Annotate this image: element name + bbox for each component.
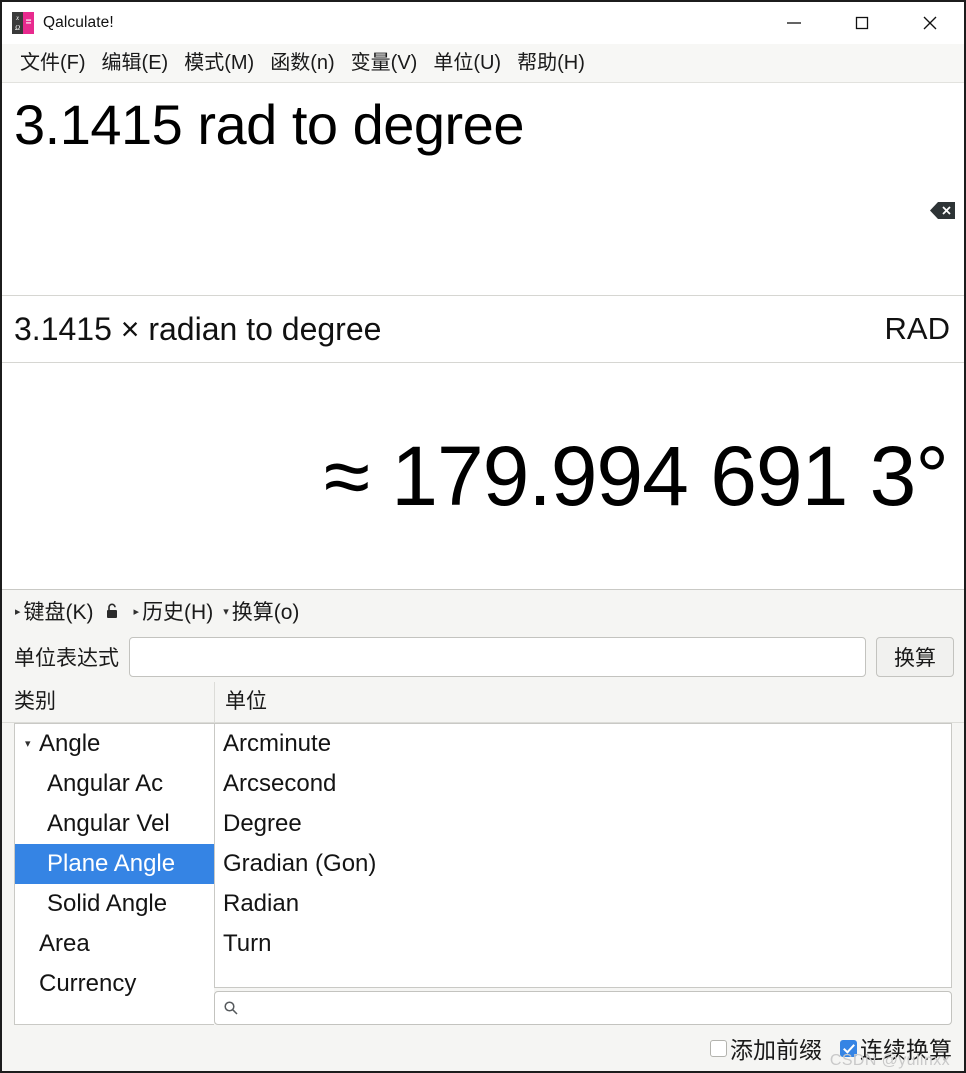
checkbox-continuous-conversion[interactable]: 连续换算 [840,1031,952,1065]
title-bar: x Ω = Qalculate! [2,2,964,44]
close-button[interactable] [896,2,964,44]
category-row-angular-velocity[interactable]: Angular Vel [15,804,214,844]
expression-input[interactable]: 3.1415 rad to degree [14,87,524,163]
lists-header: 类别 单位 [2,682,964,723]
menu-item-functions[interactable]: 函数(n) [262,44,342,82]
unit-row-radian[interactable]: Radian [215,884,951,924]
unit-row-arcsecond[interactable]: Arcsecond [215,764,951,804]
menu-item-variables[interactable]: 变量(V) [343,44,426,82]
unit-expression-input[interactable] [129,637,866,677]
unit-search-field[interactable] [214,991,952,1025]
unit-column-header[interactable]: 单位 [214,682,964,722]
search-icon [224,1001,238,1015]
icon-glyph-equals: = [23,12,34,34]
maximize-icon [855,16,869,30]
expression-input-area[interactable]: 3.1415 rad to degree [2,83,964,296]
menu-item-edit[interactable]: 编辑(E) [94,44,177,82]
unit-row-turn[interactable]: Turn [215,924,951,964]
category-label: Angular Vel [47,810,170,837]
window-title: Qalculate! [43,14,114,31]
expander-bar: ▸ 键盘(K) ▸ 历史(H) ▾ 换算(o) [2,590,964,632]
category-label: Angular Ac [47,770,164,797]
bottom-panel: ▸ 键盘(K) ▸ 历史(H) ▾ 换算(o) 单位表达式 换算 类别 单位 ▾… [2,590,964,1071]
icon-glyph-x: x [15,14,20,22]
parsed-expression: 3.1415 × radian to degree [14,310,382,347]
minimize-icon [787,22,801,24]
window-controls [760,2,964,44]
chevron-down-icon[interactable]: ▾ [25,737,39,750]
minimize-button[interactable] [760,2,828,44]
parsed-expression-row: 3.1415 × radian to degree RAD [2,296,964,363]
icon-glyph-omega: Ω [14,24,21,32]
unit-row-degree[interactable]: Degree [215,804,951,844]
checkbox-label: 添加前缀 [730,1037,822,1063]
category-row-solid-angle[interactable]: Solid Angle [15,884,214,924]
checkbox-box-checked[interactable] [840,1039,857,1057]
backspace-clear-icon[interactable] [930,201,956,220]
category-tree[interactable]: ▾ Angle Angular Ac Angular Vel Plane Ang… [14,723,214,1025]
menu-item-help[interactable]: 帮助(H) [509,44,593,82]
category-label: Angle [39,730,101,757]
maximize-button[interactable] [828,2,896,44]
convert-button[interactable]: 换算 [876,637,954,677]
category-label: Currency [39,970,137,997]
category-row-currency[interactable]: Currency [15,964,214,1004]
menu-item-file[interactable]: 文件(F) [12,44,94,82]
menu-item-mode[interactable]: 模式(M) [176,44,262,82]
category-column-header[interactable]: 类别 [2,682,214,722]
expander-convert-label: 换算(o) [231,601,300,624]
category-label: Plane Angle [47,850,176,877]
chevron-right-icon: ▸ [15,605,21,618]
expander-history[interactable]: ▸ 历史(H) [131,596,217,626]
menu-item-units[interactable]: 单位(U) [425,44,509,82]
checkbox-label: 连续换算 [860,1037,952,1063]
unit-panel: Arcminute Arcsecond Degree Gradian (Gon)… [214,723,964,1025]
unit-expression-label: 单位表达式 [14,647,119,670]
unit-search-input[interactable] [239,996,951,1020]
lists-body: ▾ Angle Angular Ac Angular Vel Plane Ang… [2,723,964,1025]
calculator-icon: x Ω = [12,12,34,34]
expander-keypad[interactable]: ▸ 键盘(K) [12,596,97,626]
category-row-angular-acceleration[interactable]: Angular Ac [15,764,214,804]
checkbox-box[interactable] [710,1039,727,1057]
category-row-plane-angle[interactable]: Plane Angle [15,844,214,884]
close-icon [923,16,937,30]
options-row: 添加前缀 连续换算 CSDN @yulinxx [2,1025,964,1071]
application-window: x Ω = Qalculate! 文件(F) 编辑(E) 模式(M) 函数(n)… [0,0,966,1073]
result-area: ≈ 179.994 691 3° [2,363,964,590]
category-row-area[interactable]: Area [15,924,214,964]
expander-keypad-label: 键盘(K) [23,601,94,624]
menu-bar: 文件(F) 编辑(E) 模式(M) 函数(n) 变量(V) 单位(U) 帮助(H… [2,44,964,83]
category-label: Solid Angle [47,890,168,917]
checkbox-add-prefix[interactable]: 添加前缀 [710,1031,822,1065]
chevron-right-icon: ▸ [133,605,140,618]
lock-icon[interactable] [105,603,119,619]
result-value[interactable]: ≈ 179.994 691 3° [324,428,949,524]
angle-mode-indicator[interactable]: RAD [885,311,950,347]
unit-expression-row: 单位表达式 换算 [2,632,964,682]
category-label: Area [39,930,90,957]
category-row-angle[interactable]: ▾ Angle [15,724,214,764]
unit-list[interactable]: Arcminute Arcsecond Degree Gradian (Gon)… [214,723,952,988]
chevron-down-icon: ▾ [223,605,229,618]
expander-convert[interactable]: ▾ 换算(o) [220,596,302,626]
unit-row-gradian[interactable]: Gradian (Gon) [215,844,951,884]
expander-history-label: 历史(H) [142,601,214,624]
unit-row-arcminute[interactable]: Arcminute [215,724,951,764]
